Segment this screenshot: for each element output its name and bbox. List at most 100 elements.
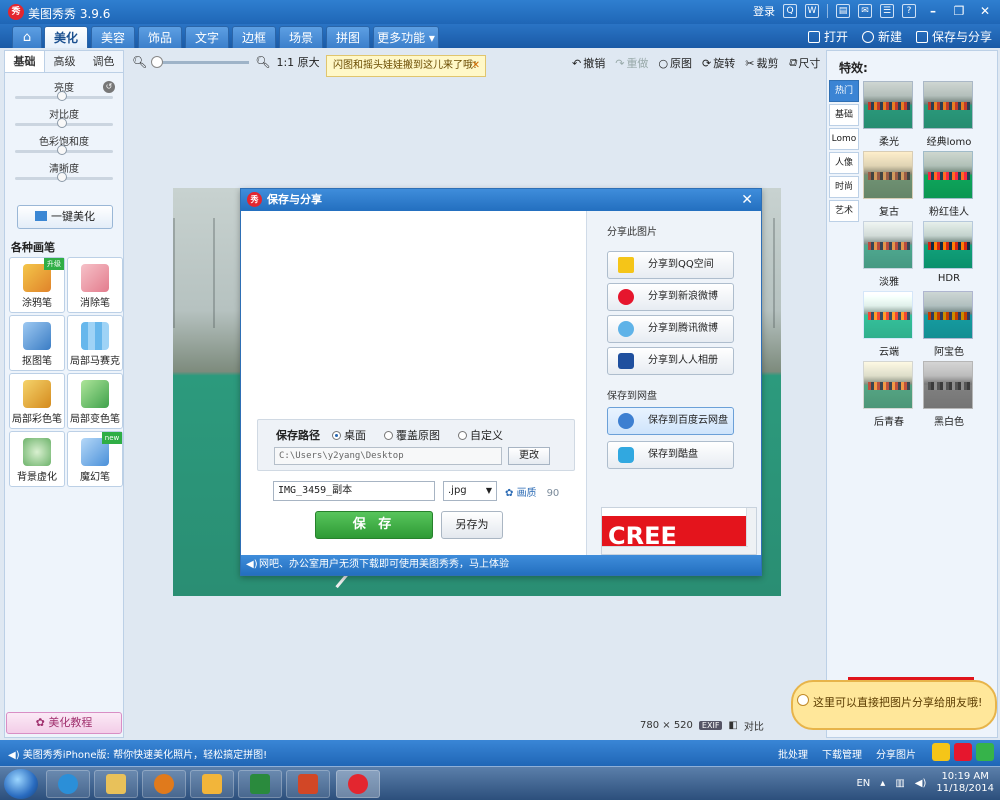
effect-retro[interactable]: 复古 bbox=[863, 151, 915, 218]
language-indicator[interactable]: EN bbox=[856, 778, 870, 789]
save-as-button[interactable]: 另存为 bbox=[441, 511, 503, 539]
login-link[interactable]: 登录 bbox=[753, 3, 775, 19]
slider-knob[interactable] bbox=[57, 91, 67, 101]
slider-knob[interactable] bbox=[57, 118, 67, 128]
maximize-icon[interactable]: ❐ bbox=[950, 4, 968, 18]
effect-soft-light[interactable]: 柔光 bbox=[863, 81, 915, 148]
local-recolor-brush[interactable]: 局部变色笔 bbox=[67, 373, 123, 429]
save-share-button[interactable]: 保存与分享 bbox=[915, 28, 992, 45]
doodle-brush[interactable]: 涂鸦笔 升级 bbox=[9, 257, 65, 313]
share-qzone-button[interactable]: 分享到QQ空间 bbox=[607, 251, 734, 279]
start-button[interactable] bbox=[4, 769, 38, 799]
tab-beauty[interactable]: 美容 bbox=[91, 26, 135, 48]
size-button[interactable]: ⧉ 尺寸 bbox=[788, 55, 820, 71]
redo-button[interactable]: ↷ 重做 bbox=[615, 55, 648, 71]
ad-horizontal-scrollbar[interactable] bbox=[602, 546, 748, 554]
tab-accessories[interactable]: 饰品 bbox=[138, 26, 182, 48]
tray-arrow-icon[interactable]: ▴ bbox=[880, 778, 885, 789]
radio-custom[interactable]: 自定义 bbox=[458, 427, 503, 443]
effect-hdr[interactable]: HDR bbox=[923, 221, 975, 284]
background-blur-brush[interactable]: 背景虚化 bbox=[9, 431, 65, 487]
save-path-field[interactable]: C:\Users\y2yang\Desktop bbox=[274, 447, 502, 465]
save-kupan-button[interactable]: 保存到酷盘 bbox=[607, 441, 734, 469]
clock[interactable]: 10:19 AM 11/18/2014 bbox=[936, 771, 994, 795]
tab-border[interactable]: 边框 bbox=[232, 26, 276, 48]
compare-button[interactable]: 对比 bbox=[744, 718, 764, 733]
effect-classic-lomo[interactable]: 经典lomo bbox=[923, 81, 975, 148]
slider-knob[interactable] bbox=[57, 145, 67, 155]
radio-overwrite[interactable]: 覆盖原图 bbox=[384, 427, 440, 443]
save-baidu-cloud-button[interactable]: 保存到百度云网盘 bbox=[607, 407, 734, 435]
tab-scene[interactable]: 场景 bbox=[279, 26, 323, 48]
magic-brush[interactable]: 魔幻笔 new bbox=[67, 431, 123, 487]
radio-desktop[interactable]: 桌面 bbox=[332, 427, 366, 443]
home-icon[interactable]: ⌂ bbox=[12, 26, 42, 48]
taskbar-explorer[interactable] bbox=[94, 770, 138, 798]
fx-tab-hot[interactable]: 热门 bbox=[829, 80, 859, 102]
qq-icon[interactable]: Q bbox=[783, 4, 797, 18]
fx-tab-fashion[interactable]: 时尚 bbox=[829, 176, 859, 198]
effect-elegant[interactable]: 淡雅 bbox=[863, 221, 915, 288]
taskbar-ie[interactable] bbox=[46, 770, 90, 798]
zoom-knob[interactable] bbox=[151, 55, 164, 68]
new-button[interactable]: 新建 bbox=[861, 28, 902, 45]
menu-icon[interactable]: ☰ bbox=[880, 4, 894, 18]
eraser-brush[interactable]: 消除笔 bbox=[67, 257, 123, 313]
quality-setting[interactable]: ✿ 画质 90 bbox=[505, 484, 559, 499]
fx-tab-basic[interactable]: 基础 bbox=[829, 104, 859, 126]
actual-size-button[interactable]: 1:1 原大 bbox=[276, 54, 319, 70]
subtab-basic[interactable]: 基础 bbox=[5, 51, 45, 72]
volume-icon[interactable]: ◀) bbox=[915, 778, 927, 789]
dialog-footer[interactable]: ◀) 网吧、办公室用户无须下载即可使用美图秀秀，马上体验 bbox=[241, 555, 761, 575]
slider-knob[interactable] bbox=[57, 172, 67, 182]
close-icon[interactable]: ✕ bbox=[976, 4, 994, 18]
radio-circle[interactable] bbox=[458, 430, 467, 440]
batch-button[interactable]: 批处理 bbox=[778, 746, 808, 761]
footer-message[interactable]: ◀) 美图秀秀iPhone版: 帮你快速美化照片，轻松搞定拼图! bbox=[8, 746, 267, 761]
dialog-close-icon[interactable]: ✕ bbox=[741, 189, 753, 211]
original-button[interactable]: ○ 原图 bbox=[658, 55, 692, 71]
format-select[interactable]: .jpg ▼ bbox=[443, 481, 497, 501]
exif-badge[interactable]: EXIF bbox=[698, 721, 723, 730]
share-renren-button[interactable]: 分享到人人相册 bbox=[607, 347, 734, 375]
minimize-icon[interactable]: – bbox=[924, 4, 942, 18]
feedback-icon[interactable]: ✉ bbox=[858, 4, 872, 18]
help-icon[interactable]: ? bbox=[902, 4, 916, 18]
notice-close-icon[interactable]: ✕ bbox=[472, 56, 480, 76]
star-icon[interactable] bbox=[932, 743, 950, 761]
local-color-brush[interactable]: 局部彩色笔 bbox=[9, 373, 65, 429]
open-button[interactable]: 打开 bbox=[807, 28, 848, 45]
taskbar-messenger[interactable] bbox=[190, 770, 234, 798]
tutorial-button[interactable]: ✿ 美化教程 bbox=[6, 712, 122, 734]
weibo-icon[interactable]: W bbox=[805, 4, 819, 18]
sharpness-slider[interactable]: 清晰度 bbox=[13, 160, 115, 187]
subtab-color[interactable]: 调色 bbox=[84, 51, 123, 72]
tab-beautify[interactable]: 美化 bbox=[44, 26, 88, 48]
weibo-icon[interactable] bbox=[954, 743, 972, 761]
change-path-button[interactable]: 更改 bbox=[508, 447, 550, 465]
zoom-out-icon[interactable]: 🔍︎ bbox=[132, 55, 147, 69]
undo-button[interactable]: ↶ 撤销 bbox=[572, 55, 605, 71]
tab-more-features[interactable]: 更多功能 ▾ bbox=[373, 26, 439, 48]
save-button[interactable]: 保 存 bbox=[315, 511, 433, 539]
radio-circle[interactable] bbox=[384, 430, 393, 440]
skin-icon[interactable]: ▤ bbox=[836, 4, 850, 18]
zoom-slider[interactable] bbox=[151, 55, 250, 68]
effect-black-white[interactable]: 黑白色 bbox=[923, 361, 975, 428]
saturation-slider[interactable]: 色彩饱和度 bbox=[13, 133, 115, 160]
subtab-advanced[interactable]: 高级 bbox=[45, 51, 84, 72]
plus-icon[interactable] bbox=[976, 743, 994, 761]
crop-button[interactable]: ✂ 裁剪 bbox=[745, 55, 778, 71]
file-name-field[interactable]: IMG_3459_副本 bbox=[273, 481, 435, 501]
brightness-slider[interactable]: 亮度 bbox=[13, 79, 115, 106]
taskbar-media-player[interactable] bbox=[142, 770, 186, 798]
radio-circle[interactable] bbox=[332, 430, 341, 440]
share-sina-weibo-button[interactable]: 分享到新浪微博 bbox=[607, 283, 734, 311]
fx-tab-portrait[interactable]: 人像 bbox=[829, 152, 859, 174]
effect-cloud[interactable]: 云端 bbox=[863, 291, 915, 358]
download-manager-button[interactable]: 下载管理 bbox=[822, 746, 862, 761]
share-tencent-weibo-button[interactable]: 分享到腾讯微博 bbox=[607, 315, 734, 343]
effect-youth[interactable]: 后青春 bbox=[863, 361, 915, 428]
taskbar-excel[interactable] bbox=[238, 770, 282, 798]
ad-banner[interactable]: CREEInformation Technology bbox=[601, 507, 757, 555]
